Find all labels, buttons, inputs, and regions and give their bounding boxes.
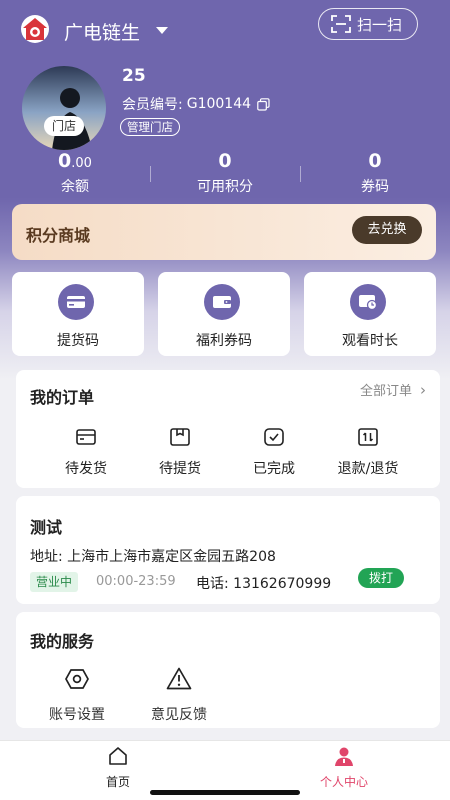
pending-ship-icon [76,429,96,445]
manage-store-button[interactable]: 管理门店 [120,118,180,136]
order-status-label: 待提货 [159,461,201,477]
stat-coupons[interactable]: 0 券码 [300,148,450,198]
scan-button[interactable]: 扫一扫 [318,8,418,40]
store-address: 地址: 上海市上海市嘉定区金园五路208 [30,549,276,565]
order-status-label: 退款/退货 [337,461,399,477]
stat-label: 券码 [361,179,389,195]
quick-action-watch-time[interactable]: 观看时长 [304,272,436,356]
video-clock-icon [350,284,386,320]
tab-profile[interactable]: 个人中心 [284,745,404,790]
divider [150,166,151,182]
wallet-icon [204,284,240,320]
tab-label: 个人中心 [319,775,368,789]
store-phone: 电话: 13162670999 [196,576,332,592]
all-orders-link[interactable]: 全部订单 › [359,380,426,400]
points-mall-banner[interactable]: 积分商城 去兑换 [12,204,436,260]
status-badge: 营业中 [30,572,79,592]
store-hours: 00:00-23:59 [96,574,176,589]
avatar[interactable] [22,66,106,150]
app-logo-icon [21,15,49,43]
orders-title: 我的订单 [30,388,95,407]
stat-value: 0.00 [0,148,150,174]
stat-balance[interactable]: 0.00 余额 [0,148,150,198]
app-title[interactable]: 广电链生 [64,18,140,45]
pending-pickup-icon [170,428,190,446]
order-status-label: 待发货 [65,461,107,477]
orders-card: 我的订单 全部订单 › 待发货 待提货 已完成 退款/退货 [16,370,440,488]
chevron-down-icon[interactable] [156,27,168,34]
all-orders-label: 全部订单 [359,384,412,399]
tab-label: 首页 [105,775,130,789]
store-card[interactable]: 测试 地址: 上海市上海市嘉定区金园五路208 营业中 00:00-23:59 … [16,496,440,604]
settings-icon [65,669,89,689]
stat-value-main: 0 [218,150,232,172]
store-name: 测试 [30,518,63,537]
stat-label: 可用积分 [197,179,253,195]
stats-row: 0.00 余额 0 可用积分 0 券码 [0,148,450,198]
quick-action-welfare-coupon[interactable]: 福利券码 [158,272,290,356]
quick-action-label: 福利券码 [196,333,252,349]
points-mall-title: 积分商城 [26,226,91,245]
quick-action-label: 观看时长 [342,333,398,349]
refund-icon [358,428,378,446]
copy-icon[interactable] [257,97,270,111]
stat-value: 0 [300,148,450,174]
member-id-value: G100144 [186,96,252,112]
divider [300,166,301,182]
quick-action-pickup-code[interactable]: 提货码 [12,272,144,356]
order-status-pending-ship[interactable]: 待发货 [46,426,126,478]
store-tag: 门店 [44,116,84,136]
completed-icon [264,428,284,446]
home-icon [109,747,127,765]
redeem-button[interactable]: 去兑换 [352,216,422,244]
services-card: 我的服务 账号设置 意见反馈 [16,612,440,728]
services-title: 我的服务 [30,632,95,651]
card-icon [58,284,94,320]
home-indicator [150,790,300,795]
top-header: 广电链生 扫一扫 [0,8,450,48]
order-status-completed[interactable]: 已完成 [234,426,314,478]
stat-value-main: 0 [58,150,72,172]
order-status-pending-pickup[interactable]: 待提货 [140,426,220,478]
stat-value-decimal: .00 [71,156,92,171]
call-button[interactable]: 拨打 [358,568,404,588]
stat-label: 余额 [61,179,89,195]
service-account-settings[interactable]: 账号设置 [32,666,122,724]
order-status-label: 已完成 [253,461,295,477]
service-label: 意见反馈 [151,707,207,723]
member-id-row: 会员编号: G100144 [122,94,270,114]
avatar-image [22,66,106,150]
quick-action-label: 提货码 [57,333,99,349]
member-id-label: 会员编号: [122,97,183,113]
tab-home[interactable]: 首页 [58,745,178,790]
user-name: 25 [122,66,146,86]
user-icon [335,747,353,766]
service-feedback[interactable]: 意见反馈 [134,666,224,724]
warning-icon [166,667,192,690]
service-label: 账号设置 [49,707,105,723]
stat-value: 0 [150,148,300,174]
stat-points[interactable]: 0 可用积分 [150,148,300,198]
order-status-refund[interactable]: 退款/退货 [328,426,408,478]
scan-icon [331,15,351,33]
stat-value-main: 0 [368,150,382,172]
chevron-right-icon: › [420,380,426,399]
scan-label: 扫一扫 [357,15,403,34]
